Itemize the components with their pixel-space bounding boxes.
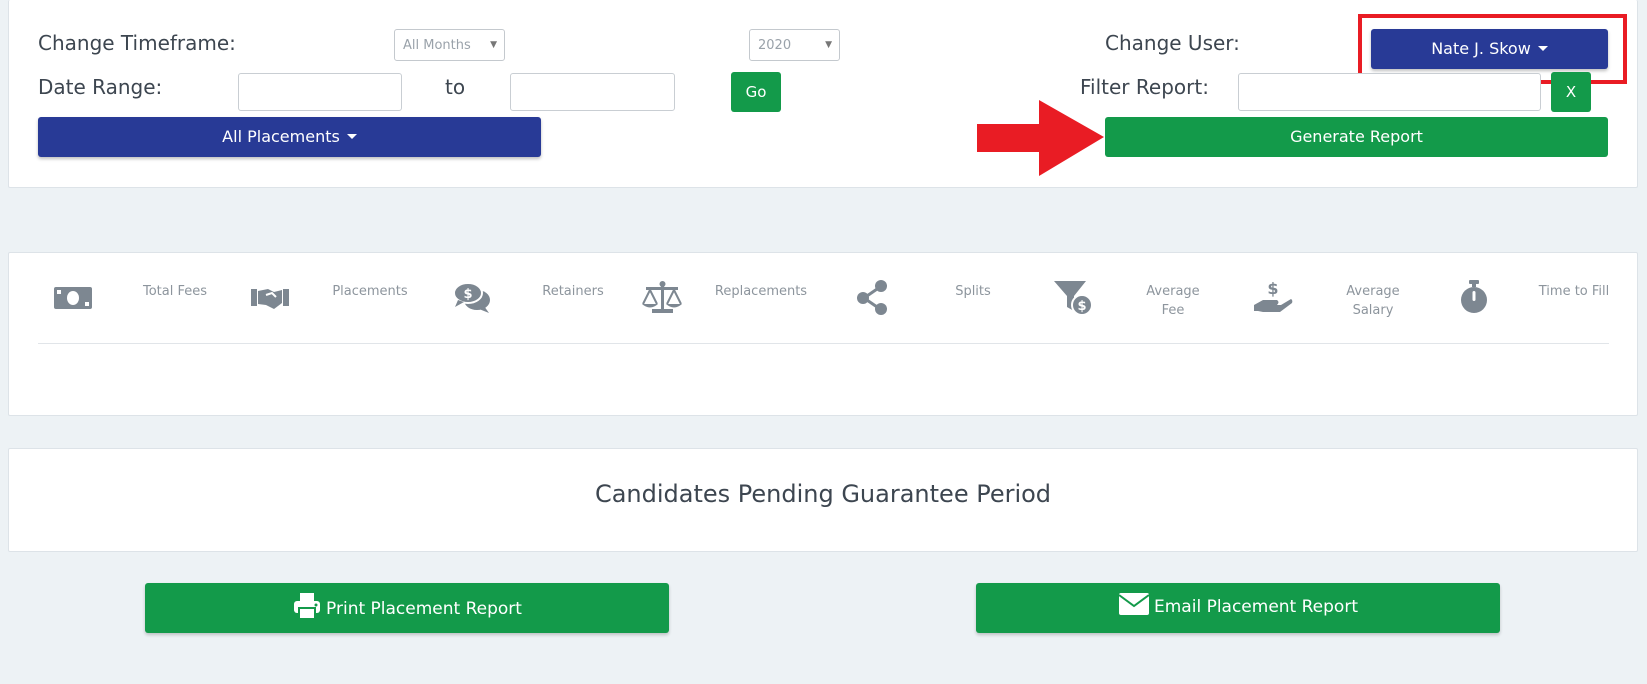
print-placement-report-button[interactable]: Print Placement Report — [145, 583, 669, 633]
filter-report-input[interactable] — [1238, 73, 1541, 111]
hand-holding-usd-icon: $ — [1254, 279, 1293, 312]
envelope-icon — [1118, 593, 1150, 615]
user-dropdown-label: Nate J. Skow — [1431, 39, 1531, 58]
stat-label-replacements: Replacements — [714, 284, 808, 299]
chevron-down-icon — [346, 133, 357, 139]
clear-filter-button[interactable]: X — [1551, 72, 1591, 112]
select-caret-icon: ▼ — [825, 40, 832, 50]
email-placement-report-label: Email Placement Report — [1154, 597, 1358, 617]
select-caret-icon: ▼ — [490, 40, 497, 50]
comments-dollar-icon: $ — [453, 282, 490, 313]
year-select-value: 2020 — [758, 38, 792, 53]
share-alt-icon — [857, 280, 887, 315]
stats-divider — [38, 343, 1609, 344]
annotation-arrow-icon — [977, 100, 1104, 176]
user-dropdown[interactable]: Nate J. Skow — [1371, 29, 1608, 69]
email-placement-report-button[interactable]: Email Placement Report — [976, 583, 1500, 633]
all-placements-dropdown[interactable]: All Placements — [38, 117, 541, 157]
balance-scale-icon — [642, 281, 682, 313]
month-select-value: All Months — [403, 38, 471, 53]
month-select[interactable]: All Months ▼ — [394, 29, 505, 61]
change-user-label: Change User: — [1105, 31, 1240, 55]
stopwatch-icon — [1461, 280, 1487, 313]
change-timeframe-label: Change Timeframe: — [38, 31, 236, 55]
svg-text:$: $ — [463, 287, 472, 302]
go-button[interactable]: Go — [731, 72, 781, 112]
all-placements-label: All Placements — [222, 127, 340, 146]
money-bill-icon — [54, 287, 92, 309]
stat-label-splits: Splits — [955, 284, 991, 299]
end-date-input[interactable] — [510, 73, 675, 111]
stat-label-retainers: Retainers — [542, 284, 604, 299]
filter-report-label: Filter Report: — [1080, 75, 1209, 99]
print-placement-report-label: Print Placement Report — [326, 599, 522, 619]
handshake-icon — [251, 289, 289, 309]
stats-panel — [8, 252, 1638, 416]
stat-label-time-to-fill: Time to Fill — [1538, 284, 1610, 299]
funnel-dollar-icon: $ — [1054, 281, 1093, 316]
svg-text:$: $ — [1267, 279, 1278, 298]
stat-label-average-fee: Average Fee — [1146, 284, 1200, 318]
stat-label-total-fees: Total Fees — [142, 284, 208, 299]
chevron-down-icon — [1537, 45, 1548, 51]
stat-label-placements: Placements — [332, 284, 408, 299]
to-label: to — [445, 75, 466, 99]
stat-label-average-salary: Average Salary — [1346, 284, 1400, 318]
year-select[interactable]: 2020 ▼ — [749, 29, 840, 61]
svg-text:$: $ — [1077, 299, 1086, 314]
start-date-input[interactable] — [238, 73, 402, 111]
pending-guarantee-title: Candidates Pending Guarantee Period — [594, 480, 1052, 508]
generate-report-button[interactable]: Generate Report — [1105, 117, 1608, 157]
print-icon — [294, 593, 321, 620]
date-range-label: Date Range: — [38, 75, 163, 99]
